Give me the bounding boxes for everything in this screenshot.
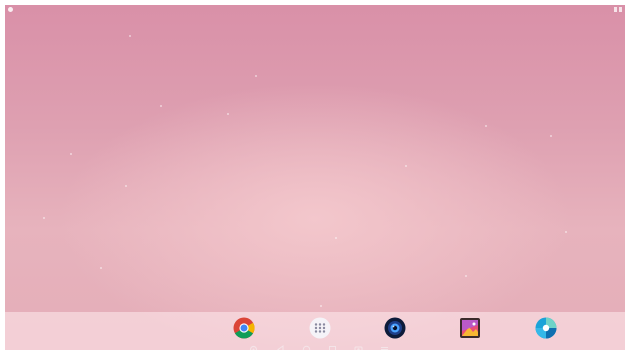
settings-icon[interactable]	[249, 345, 258, 350]
wallpaper-speck	[70, 153, 72, 155]
wallpaper-speck	[550, 135, 552, 137]
menu-icon[interactable]	[380, 345, 389, 350]
recents-icon[interactable]	[328, 345, 337, 350]
wallpaper-speck	[465, 275, 467, 277]
wallpaper-speck	[100, 267, 102, 269]
status-icons	[614, 7, 622, 12]
battery-icon	[619, 7, 622, 12]
wallpaper-speck	[255, 75, 257, 77]
wallpaper-speck	[129, 35, 131, 37]
wifi-icon	[614, 7, 617, 12]
wallpaper-speck	[125, 185, 127, 187]
wallpaper-speck	[565, 231, 567, 233]
wallpaper-speck	[485, 125, 487, 127]
camera-icon[interactable]	[384, 317, 406, 339]
wallpaper-speck	[227, 113, 229, 115]
navigation-bar	[5, 344, 625, 350]
screenshot-icon[interactable]	[354, 345, 363, 350]
browser-icon[interactable]	[535, 317, 557, 339]
wallpaper-speck	[43, 217, 45, 219]
back-icon[interactable]	[276, 345, 285, 350]
wallpaper-speck	[160, 105, 162, 107]
notification-dot-icon	[8, 7, 13, 12]
wallpaper-speck	[335, 237, 337, 239]
status-bar	[5, 5, 625, 14]
app-drawer-icon[interactable]	[309, 317, 331, 339]
home-icon[interactable]	[302, 345, 311, 350]
wallpaper-speck	[405, 165, 407, 167]
chrome-icon[interactable]	[233, 317, 255, 339]
wallpaper-speck	[320, 305, 322, 307]
home-screen	[5, 5, 625, 350]
gallery-icon[interactable]	[459, 317, 481, 339]
